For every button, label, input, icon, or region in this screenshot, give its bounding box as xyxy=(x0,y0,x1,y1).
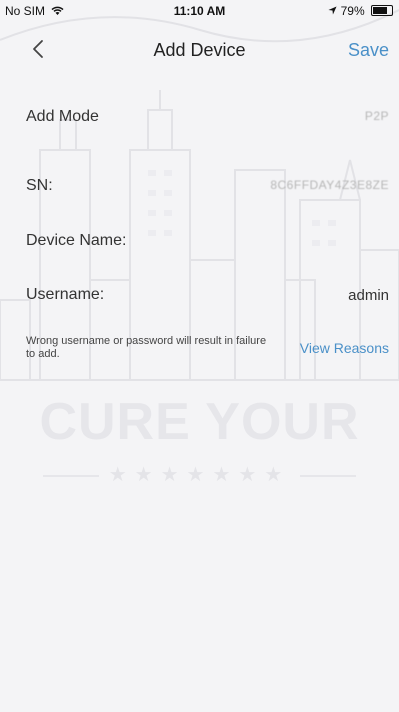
device-name-label: Device Name: xyxy=(26,232,127,249)
watermark-text: CURE YOUR xyxy=(39,393,360,451)
watermark-stars: ★★★★★★★ xyxy=(0,462,399,487)
status-right: 79% xyxy=(328,4,393,18)
username-label: Username: xyxy=(26,286,105,303)
nav-bar: Add Device Save xyxy=(0,22,399,78)
battery-level-fill xyxy=(373,7,387,14)
sn-label: SN: xyxy=(26,177,53,194)
page-title: Add Device xyxy=(153,40,246,60)
add-mode-value: P2P xyxy=(364,109,389,123)
device-name-row: Device Name: xyxy=(0,220,399,264)
add-mode-row[interactable]: Add Mode P2P xyxy=(0,96,399,140)
warning-text: Wrong username or password will result i… xyxy=(26,335,267,360)
location-arrow-icon xyxy=(328,6,337,15)
sn-value: 8C6FFDAY4Z3E8ZE xyxy=(270,178,389,192)
battery-percent: 79% xyxy=(340,4,365,18)
username-row: Username: admin xyxy=(0,274,399,318)
device-name-input[interactable] xyxy=(140,228,389,256)
view-reasons-link[interactable]: View Reasons xyxy=(300,340,389,356)
battery-icon xyxy=(371,5,393,16)
add-device-screen: CURE YOUR ★★★★★★★ No SIM 11:10 AM 79% Ad… xyxy=(0,0,399,712)
sn-row: SN: 8C6FFDAY4Z3E8ZE xyxy=(0,165,399,209)
username-input[interactable]: admin xyxy=(348,287,389,304)
status-bar: No SIM 11:10 AM 79% xyxy=(0,0,399,22)
save-button[interactable]: Save xyxy=(348,40,389,61)
add-mode-label: Add Mode xyxy=(26,108,99,125)
